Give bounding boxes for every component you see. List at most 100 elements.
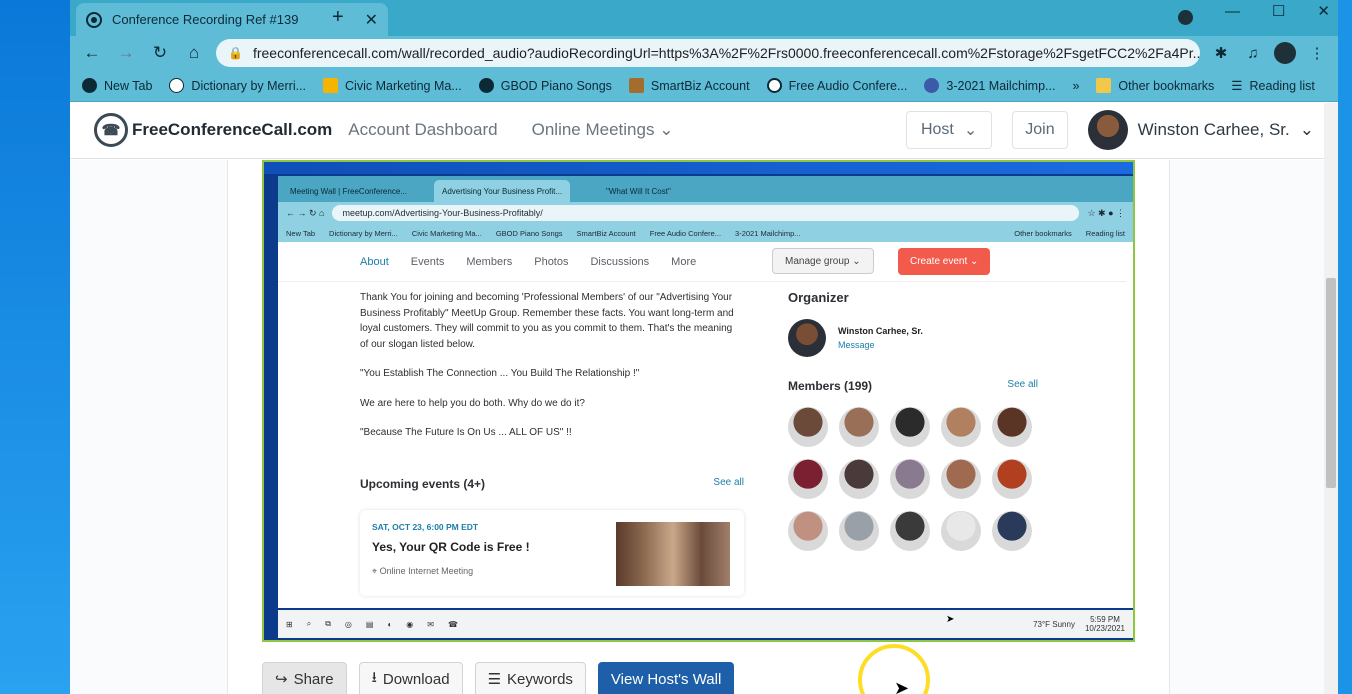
new-tab-button[interactable]: + <box>332 6 344 29</box>
search-icon: ⌕ <box>306 619 312 628</box>
bookmark-mailchimp[interactable]: 3-2021 Mailchimp... <box>924 78 1055 93</box>
maximize-button[interactable]: ☐ <box>1272 2 1285 20</box>
drive-icon <box>323 78 339 93</box>
bookmark-gbod[interactable]: GBOD Piano Songs <box>478 78 612 93</box>
browser-toolbar: ← → ↻ ⌂ 🔒 freeconferencecall.com/wall/re… <box>70 36 1338 70</box>
lock-icon: 🔒 <box>228 46 243 60</box>
video-desktop-strip <box>264 162 1133 174</box>
conference-favicon-icon <box>86 11 102 28</box>
inner-taskbar: ⊞ ⌕ ⧉ ◎ ▤ ◐ ◉ ✉ ☎ 73°F Sunny 5:59 PM 10/2… <box>278 610 1133 638</box>
globe-icon <box>82 78 97 93</box>
organizer: Winston Carhee, Sr. Message <box>788 319 1038 357</box>
home-icon[interactable]: ⌂ <box>182 43 206 63</box>
globe-icon <box>478 78 494 93</box>
members-heading: Members (199) See all <box>788 379 1038 393</box>
page-scrollbar[interactable] <box>1324 103 1338 694</box>
forward-arrow-icon[interactable]: → <box>114 43 138 63</box>
bookmark-civic-marketing[interactable]: Civic Marketing Ma... <box>323 78 462 93</box>
member-avatar <box>941 459 981 499</box>
share-button[interactable]: ↪ Share <box>262 662 347 694</box>
phone-logo-icon: ☎ <box>94 113 128 147</box>
desktop-background-right <box>1338 0 1352 694</box>
nav-online-meetings[interactable]: Online Meetings ⌄ <box>532 120 674 140</box>
close-tab-icon[interactable]: ✕ <box>365 10 378 30</box>
member-avatar <box>839 511 879 551</box>
location-pin-icon: ⌖ Online Internet Meeting <box>372 566 474 576</box>
avatar <box>788 319 826 357</box>
keywords-button[interactable]: ☰ Keywords <box>474 662 586 694</box>
window-controls: — ☐ ✕ <box>1225 0 1330 22</box>
event-card: SAT, OCT 23, 6:00 PM EDT Yes, Your QR Co… <box>360 510 744 596</box>
smartbiz-icon <box>628 78 644 93</box>
right-gutter <box>1169 160 1324 694</box>
inner-toolbar-icons: ☆ ✱ ● ⋮ <box>1087 207 1125 218</box>
inner-bookmarks-bar: New Tab Dictionary by Merri... Civic Mar… <box>278 224 1133 242</box>
browser-window: Conference Recording Ref #139 ✕ + — ☐ ✕ … <box>70 0 1338 694</box>
minimize-button[interactable]: — <box>1225 3 1240 20</box>
chevron-down-icon: ⌄ <box>659 120 674 139</box>
member-avatars <box>788 407 1038 551</box>
windows-start-icon: ⊞ <box>286 619 293 629</box>
address-bar[interactable]: 🔒 freeconferencecall.com/wall/recorded_a… <box>216 39 1200 67</box>
member-avatar <box>839 407 879 447</box>
recording-video[interactable]: Meeting Wall | FreeConference... Adverti… <box>262 160 1135 642</box>
bookmarks-bar: New Tab Dictionary by Merri... Civic Mar… <box>70 70 1338 102</box>
member-avatar <box>992 511 1032 551</box>
site-logo[interactable]: ☎ FreeConferenceCall.com <box>94 113 332 147</box>
close-window-button[interactable]: ✕ <box>1317 2 1330 20</box>
create-event-button: Create event ⌄ <box>898 248 991 275</box>
bookmark-free-audio[interactable]: Free Audio Confere... <box>766 78 907 93</box>
media-icon[interactable]: ♫ <box>1242 45 1264 62</box>
bookmark-dictionary[interactable]: Dictionary by Merri... <box>169 78 306 93</box>
other-bookmarks-folder[interactable]: Other bookmarks <box>1096 78 1214 93</box>
member-avatar <box>941 407 981 447</box>
weather-readout: 73°F Sunny <box>1033 619 1075 629</box>
mailchimp-icon <box>924 78 940 93</box>
left-gutter <box>70 160 228 694</box>
mail-icon: ✉ <box>427 619 434 629</box>
bookmark-smartbiz[interactable]: SmartBiz Account <box>628 78 750 93</box>
join-button[interactable]: Join <box>1012 111 1068 149</box>
member-avatar <box>890 511 930 551</box>
inner-tab-cost: "What Will It Cost" <box>606 186 671 196</box>
desktop-background <box>0 0 70 694</box>
tab-title: Conference Recording Ref #139 <box>112 12 299 27</box>
member-avatar <box>890 459 930 499</box>
member-avatar <box>839 459 879 499</box>
download-button[interactable]: ⭳ Download <box>358 662 463 694</box>
chevron-down-icon[interactable] <box>1178 10 1193 25</box>
main-content: Meeting Wall | FreeConference... Adverti… <box>70 160 1324 694</box>
member-avatar <box>788 407 828 447</box>
user-menu[interactable]: Winston Carhee, Sr. ⌄ <box>1087 110 1314 150</box>
inner-browser-window: Meeting Wall | FreeConference... Adverti… <box>278 176 1133 608</box>
edge-icon: ◐ <box>387 619 393 629</box>
member-avatar <box>788 459 828 499</box>
mouse-pointer-icon: ➤ <box>946 614 955 625</box>
back-arrow-icon[interactable]: ← <box>80 43 104 63</box>
view-host-wall-button[interactable]: View Host's Wall <box>597 662 735 694</box>
extensions-icon[interactable]: ✱ <box>1210 44 1232 62</box>
mouse-pointer-icon: ➤ <box>894 678 910 694</box>
group-about: Thank You for joining and becoming 'Prof… <box>360 292 734 438</box>
profile-avatar[interactable] <box>1274 42 1296 64</box>
download-icon: ⭳ <box>371 668 377 686</box>
event-image <box>616 522 730 586</box>
group-sidebar: Organizer Winston Carhee, Sr. Message Me… <box>788 290 1038 551</box>
reading-list-icon: ☰ <box>1231 79 1243 93</box>
site-header: ☎ FreeConferenceCall.com Account Dashboa… <box>70 102 1338 159</box>
reload-icon[interactable]: ↻ <box>148 43 172 63</box>
menu-icon[interactable]: ⋮ <box>1306 44 1328 62</box>
share-icon: ↪ <box>275 671 288 688</box>
nav-account-dashboard[interactable]: Account Dashboard <box>348 120 497 140</box>
meetup-nav: About Events Members Photos Discussions … <box>278 242 1126 282</box>
scrollbar-thumb[interactable] <box>1326 278 1336 488</box>
inner-back-icon: ← → ↻ ⌂ <box>286 207 325 218</box>
bookmarks-overflow-button[interactable]: » <box>1072 79 1079 93</box>
avatar <box>1087 110 1128 150</box>
member-avatar <box>992 407 1032 447</box>
bookmark-new-tab[interactable]: New Tab <box>82 78 152 93</box>
conference-icon <box>766 78 782 93</box>
inner-tab-strip: Meeting Wall | FreeConference... Adverti… <box>278 176 1133 202</box>
host-dropdown[interactable]: Host ⌄ <box>905 111 993 149</box>
reading-list[interactable]: ☰ Reading list <box>1231 78 1315 94</box>
